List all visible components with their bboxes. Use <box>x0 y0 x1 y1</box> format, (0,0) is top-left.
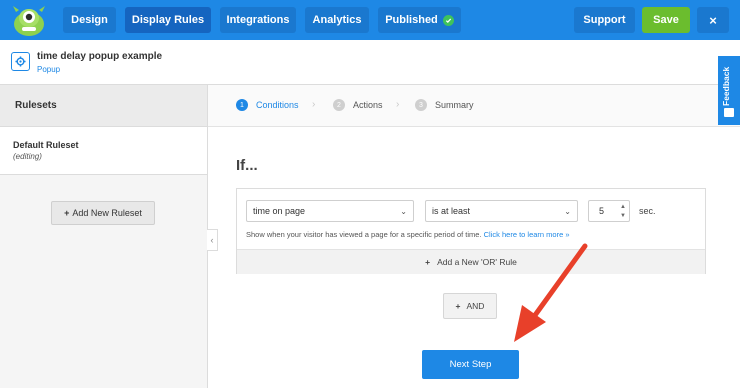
add-or-rule-button[interactable]: + Add a New 'OR' Rule <box>237 249 705 274</box>
next-step-button[interactable]: Next Step <box>422 350 519 379</box>
plus-icon: + <box>64 208 70 218</box>
campaign-title: time delay popup example <box>37 51 163 62</box>
campaign-header: time delay popup example Popup <box>0 40 740 85</box>
operator-value: is at least <box>432 206 471 216</box>
spin-arrows-icon[interactable]: ▲ ▼ <box>620 203 626 221</box>
top-navbar: Design Display Rules Integrations Analyt… <box>0 0 740 40</box>
campaign-settings-button[interactable] <box>11 52 30 71</box>
step-summary[interactable]: 3 Summary <box>415 99 474 111</box>
save-button[interactable]: Save <box>642 7 690 33</box>
step-label: Summary <box>435 100 474 110</box>
help-description: Show when your visitor has viewed a page… <box>246 230 482 239</box>
chevron-down-icon: ⌄ <box>564 207 571 216</box>
monster-mascot-icon[interactable] <box>6 2 52 38</box>
step-conditions[interactable]: 1 Conditions <box>236 99 299 111</box>
condition-select[interactable]: time on page ⌄ <box>246 200 414 222</box>
ruleset-status: (editing) <box>13 152 42 161</box>
chevron-right-icon: › <box>312 99 316 110</box>
add-ruleset-button[interactable]: + Add New Ruleset <box>51 201 155 225</box>
support-button[interactable]: Support <box>574 7 635 33</box>
add-ruleset-label: Add New Ruleset <box>72 208 142 218</box>
chevron-down-icon: ⌄ <box>400 207 407 216</box>
steps-bar: 1 Conditions › 2 Actions › 3 Summary <box>208 85 740 127</box>
tab-analytics-label: Analytics <box>312 14 362 26</box>
and-button[interactable]: + AND <box>443 293 497 319</box>
ruleset-item[interactable]: Default Ruleset (editing) <box>0 127 207 175</box>
step-number: 3 <box>415 99 427 111</box>
tab-integrations-label: Integrations <box>226 14 290 26</box>
seconds-stepper[interactable]: 5 ▲ ▼ <box>588 200 630 222</box>
rule-group: time on page ⌄ is at least ⌄ 5 ▲ ▼ sec. S… <box>236 188 706 274</box>
feedback-tab[interactable]: Feedback <box>718 56 740 125</box>
rulesets-sidebar: Rulesets Default Ruleset (editing) + Add… <box>0 85 208 388</box>
step-actions[interactable]: 2 Actions <box>333 99 383 111</box>
tab-design[interactable]: Design <box>63 7 116 33</box>
rule-help-text: Show when your visitor has viewed a page… <box>246 230 570 239</box>
close-icon: × <box>709 12 717 28</box>
comment-icon <box>724 108 734 117</box>
gear-icon <box>15 56 26 67</box>
tab-design-label: Design <box>71 14 108 26</box>
support-label: Support <box>583 14 626 26</box>
collapse-sidebar-button[interactable]: ‹ <box>207 229 218 251</box>
tab-analytics[interactable]: Analytics <box>305 7 369 33</box>
plus-icon: + <box>425 257 431 267</box>
seconds-unit: sec. <box>639 206 656 216</box>
operator-select[interactable]: is at least ⌄ <box>425 200 578 222</box>
step-number: 2 <box>333 99 345 111</box>
tab-display-rules-label: Display Rules <box>131 14 205 26</box>
add-or-rule-label: Add a New 'OR' Rule <box>437 257 517 267</box>
check-circle-icon <box>442 14 454 26</box>
step-label: Conditions <box>256 100 299 110</box>
close-button[interactable]: × <box>697 7 729 33</box>
save-label: Save <box>653 14 679 26</box>
condition-value: time on page <box>253 206 306 216</box>
rulesets-heading: Rulesets <box>15 100 57 111</box>
campaign-type: Popup <box>37 65 61 74</box>
if-heading: If... <box>236 157 258 174</box>
seconds-value: 5 <box>599 206 605 216</box>
step-label: Actions <box>353 100 383 110</box>
learn-more-link[interactable]: Click here to learn more » <box>484 230 570 239</box>
tab-published-label: Published <box>385 14 438 26</box>
rulesets-header: Rulesets <box>0 85 207 127</box>
ruleset-name: Default Ruleset <box>13 140 79 150</box>
tab-integrations[interactable]: Integrations <box>220 7 296 33</box>
tab-published[interactable]: Published <box>378 7 461 33</box>
chevron-left-icon: ‹ <box>210 235 214 245</box>
next-step-label: Next Step <box>449 359 492 370</box>
tab-display-rules[interactable]: Display Rules <box>125 7 211 33</box>
step-number: 1 <box>236 99 248 111</box>
chevron-right-icon: › <box>396 99 400 110</box>
and-label: AND <box>466 301 485 311</box>
plus-icon: + <box>455 301 461 311</box>
feedback-label: Feedback <box>721 66 731 106</box>
